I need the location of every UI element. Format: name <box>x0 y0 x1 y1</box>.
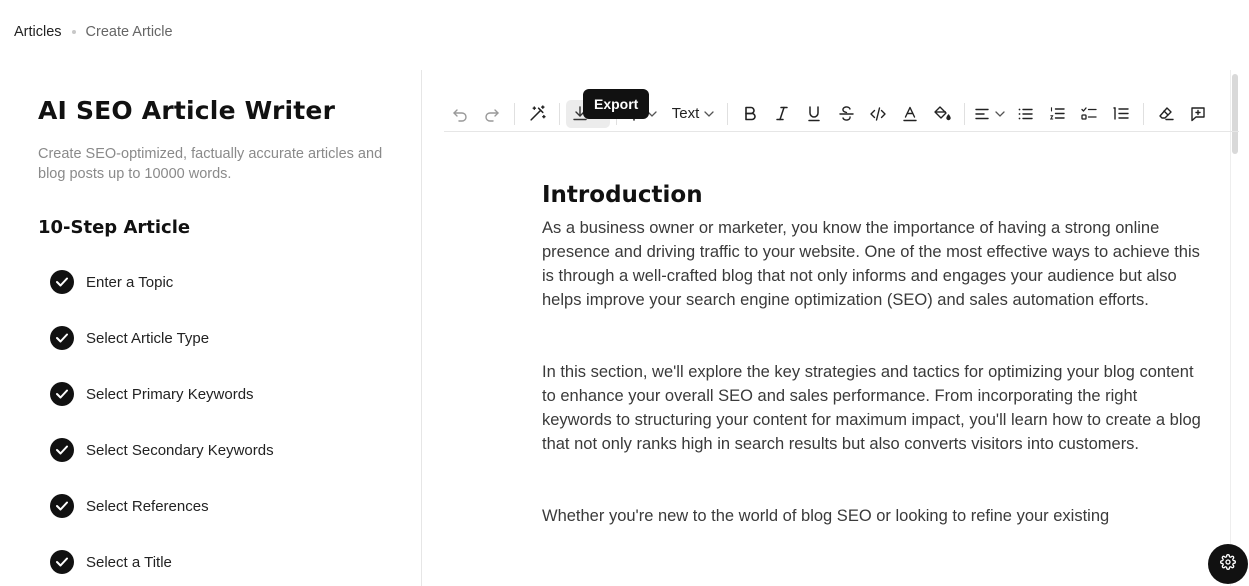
toolbar-separator <box>727 102 728 125</box>
editor-toolbar: Text Export <box>444 89 1239 132</box>
chevron-down-icon <box>704 110 714 117</box>
document-content[interactable]: Introduction As a business owner or mark… <box>542 182 1207 576</box>
numbered-steps-icon[interactable] <box>1105 100 1137 128</box>
gear-icon <box>1220 553 1236 575</box>
breadcrumb: Articles Create Article <box>14 24 173 40</box>
align-icon <box>975 108 989 120</box>
bullet-list-icon[interactable] <box>1009 100 1041 128</box>
step-label: Enter a Topic <box>86 273 174 291</box>
article-editor: Text Export Introduction As a business o… <box>422 70 1249 586</box>
doc-paragraph: As a business owner or marketer, you kno… <box>542 219 1200 309</box>
steps-list: Enter a Topic Select Article Type Select… <box>50 270 274 586</box>
check-icon <box>50 326 74 350</box>
comment-icon[interactable] <box>1182 100 1214 128</box>
toolbar-separator <box>1143 102 1144 125</box>
step-enter-topic[interactable]: Enter a Topic <box>50 270 274 294</box>
text-style-label: Text <box>671 105 700 122</box>
step-label: Select a Title <box>86 553 172 571</box>
toolbar-separator <box>514 102 515 125</box>
page-title: AI SEO Article Writer <box>38 96 336 125</box>
toolbar-separator <box>964 102 965 125</box>
code-icon[interactable] <box>862 100 894 128</box>
italic-icon[interactable] <box>766 100 798 128</box>
undo-icon[interactable] <box>444 100 476 128</box>
highlight-icon[interactable] <box>926 100 958 128</box>
steps-title: 10-Step Article <box>38 217 191 238</box>
bold-icon[interactable] <box>734 100 766 128</box>
export-tooltip: Export <box>583 89 650 119</box>
breadcrumb-articles-link[interactable]: Articles <box>14 24 62 40</box>
check-icon <box>50 382 74 406</box>
check-icon <box>50 270 74 294</box>
article-wizard-panel: AI SEO Article Writer Create SEO-optimiz… <box>0 70 421 586</box>
step-label: Select Article Type <box>86 329 210 347</box>
chevron-down-icon <box>995 110 1005 117</box>
redo-icon[interactable] <box>476 100 508 128</box>
step-select-article-type[interactable]: Select Article Type <box>50 326 274 350</box>
step-select-secondary-keywords[interactable]: Select Secondary Keywords <box>50 438 274 462</box>
toolbar-separator <box>559 102 560 125</box>
check-icon <box>50 438 74 462</box>
align-dropdown[interactable] <box>971 100 1009 128</box>
magic-wand-icon[interactable] <box>521 100 553 128</box>
step-select-references[interactable]: Select References <box>50 494 274 518</box>
step-select-title[interactable]: Select a Title <box>50 550 274 574</box>
breadcrumb-separator <box>71 30 76 34</box>
doc-heading: Introduction <box>542 182 703 208</box>
page-description: Create SEO-optimized, factually accurate… <box>38 146 383 182</box>
step-select-primary-keywords[interactable]: Select Primary Keywords <box>50 382 274 406</box>
ordered-list-icon[interactable] <box>1041 100 1073 128</box>
step-label: Select References <box>86 497 209 515</box>
check-icon <box>50 550 74 574</box>
underline-icon[interactable] <box>798 100 830 128</box>
doc-paragraph: Whether you're new to the world of blog … <box>542 507 1110 525</box>
step-label: Select Primary Keywords <box>86 385 254 403</box>
clear-format-icon[interactable] <box>1150 100 1182 128</box>
text-color-icon[interactable] <box>894 100 926 128</box>
check-icon <box>50 494 74 518</box>
breadcrumb-current: Create Article <box>85 24 173 40</box>
settings-button[interactable] <box>1208 544 1248 584</box>
strikethrough-icon[interactable] <box>830 100 862 128</box>
doc-paragraph: In this section, we'll explore the key s… <box>542 363 1201 453</box>
task-list-icon[interactable] <box>1073 100 1105 128</box>
step-label: Select Secondary Keywords <box>86 441 274 459</box>
text-style-dropdown[interactable]: Text <box>665 100 721 128</box>
